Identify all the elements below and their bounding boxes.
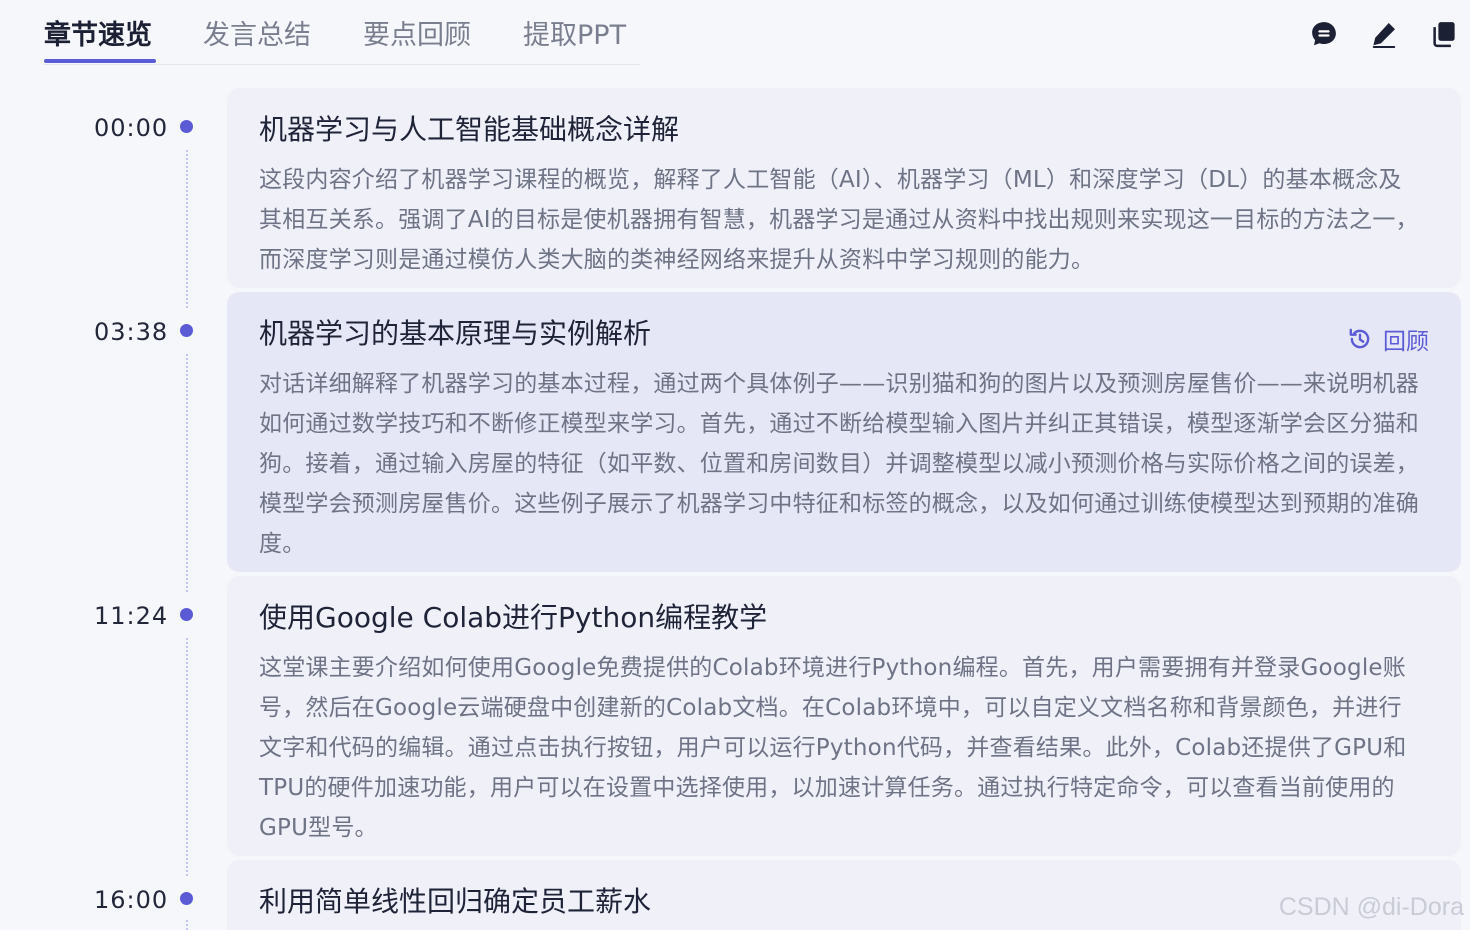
review-button[interactable]: 回顾: [1347, 322, 1429, 356]
tab-extract-ppt[interactable]: 提取PPT: [523, 16, 626, 56]
chat-icon[interactable]: [1306, 16, 1342, 52]
timeline-dot: [180, 324, 193, 337]
chapter-summary: 这段内容介绍了机器学习课程的概览，解释了人工智能（AI）、机器学习（ML）和深度…: [259, 167, 1419, 273]
timeline-connector: [186, 354, 188, 592]
timeline-dot: [180, 120, 193, 133]
timeline-dot: [180, 608, 193, 621]
tab-speech-summary[interactable]: 发言总结: [203, 16, 311, 56]
chapter-title: 利用简单线性回归确定员工薪水: [259, 885, 652, 918]
active-tab-indicator: [44, 59, 156, 63]
chapter-timestamp[interactable]: 03:38: [94, 317, 174, 347]
chapter-summary: 对话详细解释了机器学习的基本过程，通过两个具体例子——识别猫和狗的图片以及预测房…: [259, 371, 1419, 557]
chapter-summary: 这堂课主要介绍如何使用Google免费提供的Colab环境进行Python编程。…: [259, 655, 1407, 841]
tab-bar: 章节速览 发言总结 要点回顾 提取PPT: [44, 0, 640, 65]
chapter-timestamp[interactable]: 16:00: [94, 885, 174, 915]
tab-chapter-overview[interactable]: 章节速览: [44, 16, 152, 56]
chapter-timestamp[interactable]: 11:24: [94, 601, 174, 631]
chapter-title: 机器学习的基本原理与实例解析: [259, 317, 652, 350]
chapter-timestamp[interactable]: 00:00: [94, 113, 174, 143]
timeline-connector: [186, 920, 188, 930]
timeline-connector: [186, 638, 188, 876]
chapter-overview-page: 章节速览 发言总结 要点回顾 提取PPT 00:00 机器学习与人工智能基础概念…: [0, 0, 1470, 930]
copy-icon[interactable]: [1426, 16, 1462, 52]
timeline-dot: [180, 892, 193, 905]
tab-key-points[interactable]: 要点回顾: [363, 16, 471, 56]
history-icon: [1349, 328, 1370, 349]
review-label: 回顾: [1383, 329, 1429, 355]
chapter-card[interactable]: 机器学习与人工智能基础概念详解 这段内容介绍了机器学习课程的概览，解释了人工智能…: [227, 88, 1461, 288]
timeline-connector: [186, 150, 188, 308]
chapter-card[interactable]: 使用Google Colab进行Python编程教学 这堂课主要介绍如何使用Go…: [227, 576, 1461, 856]
chapter-title: 机器学习与人工智能基础概念详解: [259, 113, 680, 146]
chapter-card[interactable]: 机器学习的基本原理与实例解析 回顾 对话详细解释了机器学习的基本过程，通过两个具…: [227, 292, 1461, 572]
chapter-card[interactable]: 利用简单线性回归确定员工薪水: [227, 860, 1461, 930]
watermark: CSDN @di-Dora: [1278, 893, 1464, 921]
chapter-title: 使用Google Colab进行Python编程教学: [259, 601, 768, 634]
edit-icon[interactable]: [1366, 16, 1402, 52]
